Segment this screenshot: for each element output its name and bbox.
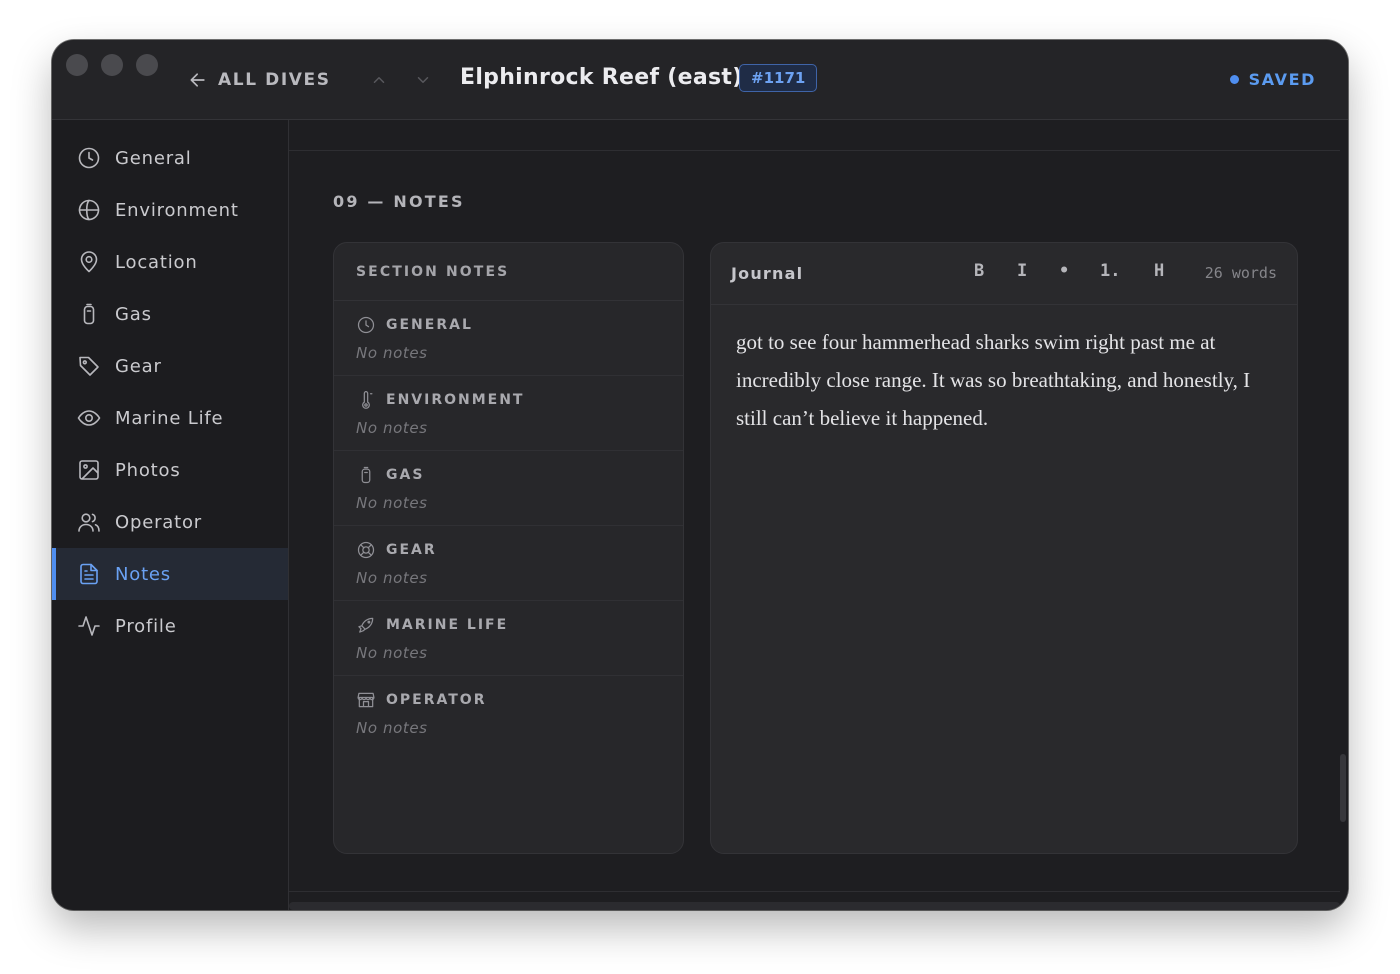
section-note-general[interactable]: GENERAL No notes bbox=[334, 301, 683, 376]
section-note-value: No notes bbox=[356, 419, 428, 437]
sidebar-item-general[interactable]: General bbox=[52, 132, 288, 184]
divider bbox=[289, 891, 1340, 892]
numbered-list-button[interactable]: 1. bbox=[1100, 261, 1120, 281]
vertical-scrollbar[interactable] bbox=[1340, 754, 1346, 822]
zoom-window-button[interactable] bbox=[136, 54, 158, 76]
section-note-value: No notes bbox=[356, 569, 428, 587]
section-note-label: GEAR bbox=[386, 542, 437, 558]
cylinder-icon bbox=[361, 466, 371, 484]
section-note-value: No notes bbox=[356, 494, 428, 512]
document-icon bbox=[80, 563, 98, 585]
tag-icon bbox=[79, 356, 99, 376]
section-note-label: MARINE LIFE bbox=[386, 617, 509, 633]
journal-toolbar: Journal B I • 1. H 26 words bbox=[711, 243, 1297, 305]
bullet-list-button[interactable]: • bbox=[1059, 261, 1069, 281]
section-notes-panel: SECTION NOTES GENERAL No notes ENVIRONME… bbox=[333, 242, 684, 854]
section-note-value: No notes bbox=[356, 344, 428, 362]
sidebar-item-label: Notes bbox=[115, 563, 171, 585]
thermometer-icon bbox=[362, 391, 373, 409]
heading-button[interactable]: H bbox=[1154, 261, 1164, 281]
map-pin-icon bbox=[80, 251, 98, 273]
users-icon bbox=[78, 513, 100, 532]
sidebar-item-environment[interactable]: Environment bbox=[52, 184, 288, 236]
sidebar-item-location[interactable]: Location bbox=[52, 236, 288, 288]
section-heading: 09 — NOTES bbox=[333, 192, 465, 211]
activity-icon bbox=[78, 616, 100, 636]
previous-dive-button[interactable] bbox=[370, 71, 388, 89]
section-note-label: GAS bbox=[386, 467, 425, 483]
dive-number-badge: #1171 bbox=[739, 64, 818, 92]
cylinder-icon bbox=[83, 303, 95, 325]
save-status-label: SAVED bbox=[1248, 70, 1316, 89]
lifebuoy-icon bbox=[357, 541, 375, 559]
section-note-operator[interactable]: OPERATOR No notes bbox=[334, 676, 683, 751]
sidebar: General Environment Location Gas Gear Ma… bbox=[52, 120, 289, 910]
word-count: 26 words bbox=[1204, 264, 1277, 282]
section-note-marine-life[interactable]: MARINE LIFE No notes bbox=[334, 601, 683, 676]
store-icon bbox=[357, 692, 375, 708]
next-dive-button[interactable] bbox=[414, 71, 432, 89]
back-label: ALL DIVES bbox=[218, 70, 331, 90]
journal-text-area[interactable]: got to see four hammerhead sharks swim r… bbox=[736, 323, 1281, 437]
section-note-label: ENVIRONMENT bbox=[386, 392, 525, 408]
sidebar-item-label: Gas bbox=[115, 303, 152, 325]
sidebar-item-label: Environment bbox=[115, 199, 239, 221]
sidebar-item-label: Operator bbox=[115, 511, 202, 533]
sidebar-item-label: Marine Life bbox=[115, 407, 224, 429]
sidebar-item-label: General bbox=[115, 147, 192, 169]
close-window-button[interactable] bbox=[66, 54, 88, 76]
sidebar-item-label: Profile bbox=[115, 615, 177, 637]
section-note-value: No notes bbox=[356, 644, 428, 662]
clock-icon bbox=[357, 316, 375, 334]
sidebar-item-profile[interactable]: Profile bbox=[52, 600, 288, 652]
section-note-value: No notes bbox=[356, 719, 428, 737]
eye-icon bbox=[77, 410, 101, 426]
section-note-gas[interactable]: GAS No notes bbox=[334, 451, 683, 526]
globe-icon bbox=[78, 199, 100, 221]
sidebar-item-notes[interactable]: Notes bbox=[52, 548, 288, 600]
sidebar-item-photos[interactable]: Photos bbox=[52, 444, 288, 496]
horizontal-scrollbar[interactable] bbox=[289, 902, 1340, 910]
section-note-label: OPERATOR bbox=[386, 692, 487, 708]
sidebar-item-label: Gear bbox=[115, 355, 162, 377]
main-content: 09 — NOTES SECTION NOTES GENERAL No note… bbox=[289, 120, 1348, 910]
page-title: Elphinrock Reef (east) bbox=[460, 65, 743, 90]
sidebar-item-gas[interactable]: Gas bbox=[52, 288, 288, 340]
sidebar-item-operator[interactable]: Operator bbox=[52, 496, 288, 548]
save-status: SAVED bbox=[1229, 70, 1316, 89]
section-note-gear[interactable]: GEAR No notes bbox=[334, 526, 683, 601]
status-dot-icon bbox=[1229, 75, 1239, 84]
section-note-label: GENERAL bbox=[386, 317, 473, 333]
section-note-environment[interactable]: ENVIRONMENT No notes bbox=[334, 376, 683, 451]
image-icon bbox=[79, 460, 99, 480]
italic-button[interactable]: I bbox=[1017, 261, 1027, 281]
section-notes-title: SECTION NOTES bbox=[334, 243, 683, 301]
divider bbox=[289, 150, 1340, 151]
sidebar-item-label: Location bbox=[115, 251, 198, 273]
fish-icon bbox=[358, 617, 374, 633]
sidebar-item-gear[interactable]: Gear bbox=[52, 340, 288, 392]
minimize-window-button[interactable] bbox=[101, 54, 123, 76]
journal-title: Journal bbox=[731, 264, 804, 283]
back-to-all-dives-link[interactable]: ALL DIVES bbox=[188, 68, 331, 92]
arrow-left-icon bbox=[190, 73, 205, 87]
sidebar-item-label: Photos bbox=[115, 459, 181, 481]
journal-editor: Journal B I • 1. H 26 words got to see f… bbox=[710, 242, 1298, 854]
bold-button[interactable]: B bbox=[974, 261, 984, 281]
titlebar: ALL DIVES Elphinrock Reef (east) #1171 S… bbox=[52, 40, 1348, 120]
app-window: ALL DIVES Elphinrock Reef (east) #1171 S… bbox=[52, 40, 1348, 910]
sidebar-item-marine-life[interactable]: Marine Life bbox=[52, 392, 288, 444]
clock-icon bbox=[78, 147, 100, 169]
